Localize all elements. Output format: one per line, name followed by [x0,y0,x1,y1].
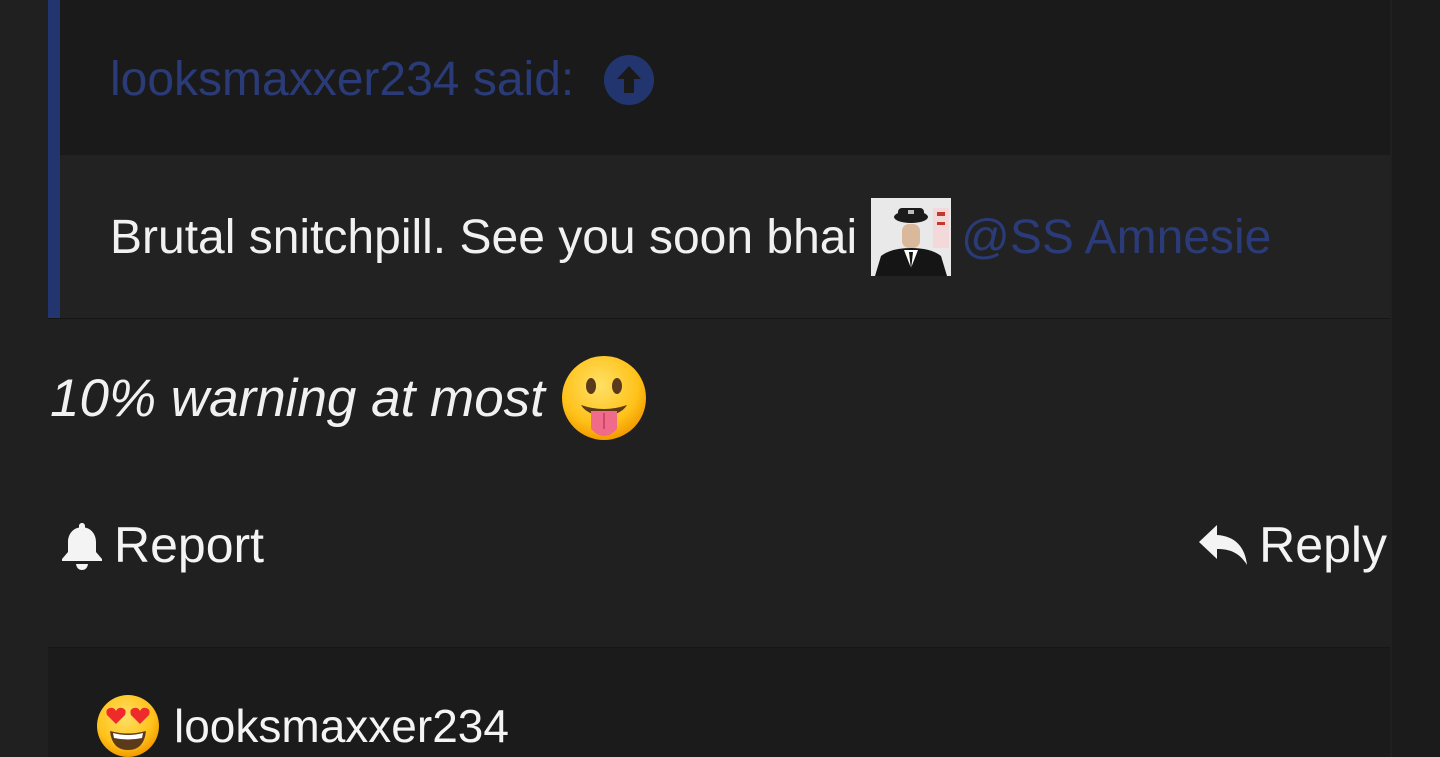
heart-eyes-emoji [96,694,160,757]
next-post-author-name[interactable]: looksmaxxer234 [174,699,509,753]
report-label[interactable]: Report [114,516,264,574]
reply-button[interactable]: Reply [1197,516,1387,574]
post-message-text: 10% warning at most [50,368,545,428]
bell-icon [62,523,102,570]
report-button[interactable]: Report [60,516,264,574]
quote-author-link[interactable]: looksmaxxer234 said: [110,52,655,107]
thread-page: looksmaxxer234 said: Brutal snitchpill. … [0,0,1440,757]
reply-arrow-icon [1199,525,1248,565]
user-mention-link[interactable]: @SS Amnesie [961,210,1271,265]
next-post: looksmaxxer234 [48,647,1390,757]
face-with-tongue-emoji [561,355,647,441]
quote-author-label[interactable]: looksmaxxer234 said: [110,52,574,107]
reply-label[interactable]: Reply [1259,516,1387,574]
quote-block: looksmaxxer234 said: Brutal snitchpill. … [48,0,1390,319]
next-post-author[interactable]: looksmaxxer234 [96,694,509,757]
uniformed-man-image[interactable] [871,198,952,276]
arrow-up-circle-icon[interactable] [604,54,655,105]
quote-text: Brutal snitchpill. See you soon bhai [110,210,858,264]
quote-body: Brutal snitchpill. See you soon bhai @SS… [60,155,1390,318]
quote-header: looksmaxxer234 said: [60,0,1390,155]
quote-accent-bar [48,0,60,318]
right-gutter [1392,0,1440,757]
post-message: 10% warning at most [50,355,647,441]
quote-content: Brutal snitchpill. See you soon bhai @SS… [110,198,1271,276]
